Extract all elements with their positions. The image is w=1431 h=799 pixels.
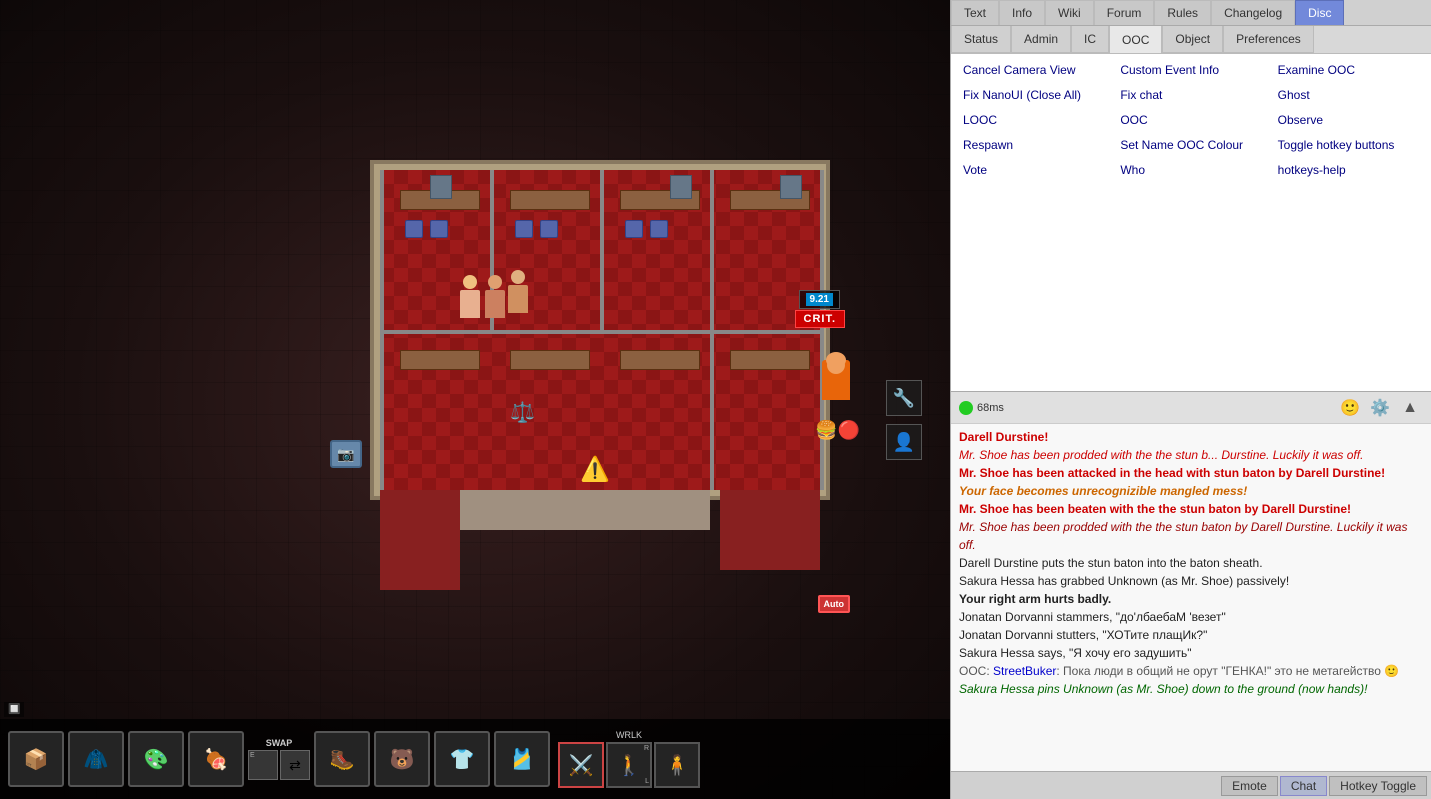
- chat-msg-12: OOC: StreetBuker: Пока люди в общий не о…: [959, 662, 1423, 680]
- menu-custom-event[interactable]: Custom Event Info: [1112, 58, 1269, 83]
- sidebar-icon-1[interactable]: 🔧: [886, 380, 922, 416]
- menu-looc[interactable]: LOOC: [955, 108, 1112, 133]
- emote-button[interactable]: Emote: [1221, 776, 1278, 796]
- status-tab-admin[interactable]: Admin: [1011, 26, 1071, 53]
- chat-msg-9: Jonatan Dorvanni stammers, "до'лбаебаМ '…: [959, 608, 1423, 626]
- wrlk-label: WRLK: [616, 730, 642, 740]
- menu-cancel-camera[interactable]: Cancel Camera View: [955, 58, 1112, 83]
- item-burger: 🍔🔴: [815, 420, 860, 441]
- status-tab-ic[interactable]: IC: [1071, 26, 1109, 53]
- swap-btn-arrow[interactable]: ⇄: [280, 750, 310, 780]
- menu-grid: Cancel Camera View Custom Event Info Exa…: [955, 58, 1427, 183]
- chat-msg-0: Darell Durstine!: [959, 428, 1423, 446]
- chat-msg-11: Sakura Hessa says, "Я хочу его задушить": [959, 644, 1423, 662]
- menu-set-name[interactable]: Set Name OOC Colour: [1112, 133, 1269, 158]
- settings-button[interactable]: ⚙️: [1367, 395, 1393, 421]
- chat-msg-3: Your face becomes unrecognizible mangled…: [959, 482, 1423, 500]
- menu-who[interactable]: Who: [1112, 158, 1269, 183]
- menu-toggle-hotkey[interactable]: Toggle hotkey buttons: [1270, 133, 1427, 158]
- wrlk-btn[interactable]: 🚶 R L: [606, 742, 652, 788]
- chat-msg-13: Sakura Hessa pins Unknown (as Mr. Shoe) …: [959, 680, 1423, 698]
- game-map: 📷 ⚖️ ⚠️: [330, 150, 850, 570]
- human-btn[interactable]: 🧍: [654, 742, 700, 788]
- combat-btn[interactable]: ⚔️: [558, 742, 604, 788]
- bottom-left-info: 🔲: [4, 702, 24, 717]
- tab-wiki[interactable]: Wiki: [1045, 0, 1094, 25]
- top-tabs: Text Info Wiki Forum Rules Changelog Dis…: [951, 0, 1431, 26]
- menu-examine-ooc[interactable]: Examine OOC: [1270, 58, 1427, 83]
- toolbar-slot-0[interactable]: 📦: [8, 731, 64, 787]
- health-hud: 9.21: [799, 290, 840, 309]
- bottom-bar: Emote Chat Hotkey Toggle: [951, 771, 1431, 799]
- chat-msg-5: Mr. Shoe has been prodded with the the s…: [959, 518, 1423, 554]
- chat-button[interactable]: Chat: [1280, 776, 1327, 796]
- ping-indicator: 68ms: [959, 401, 1004, 415]
- crit-indicator: CRIT.: [795, 310, 846, 328]
- tab-text[interactable]: Text: [951, 0, 999, 25]
- menu-ghost[interactable]: Ghost: [1270, 83, 1427, 108]
- chat-msg-10: Jonatan Dorvanni stutters, "ХОТите плащИ…: [959, 626, 1423, 644]
- chat-messages[interactable]: Darell Durstine! Mr. Shoe has been prodd…: [951, 424, 1431, 771]
- character-orange: [822, 360, 850, 400]
- status-tab-ooc[interactable]: OOC: [1109, 26, 1162, 53]
- bottom-toolbar: 📦 🧥 🎨 🍖 SWAP E ⇄ 🥾 🐻 👕: [0, 719, 950, 799]
- chat-msg-1: Mr. Shoe has been prodded with the the s…: [959, 446, 1423, 464]
- ping-dot: [959, 401, 973, 415]
- chat-msg-4: Mr. Shoe has been beaten with the the st…: [959, 500, 1423, 518]
- swap-btn-e[interactable]: E: [248, 750, 278, 780]
- menu-vote[interactable]: Vote: [955, 158, 1112, 183]
- tab-changelog[interactable]: Changelog: [1211, 0, 1295, 25]
- menu-fix-chat[interactable]: Fix chat: [1112, 83, 1269, 108]
- scroll-to-bottom-button[interactable]: ▲: [1397, 395, 1423, 421]
- swap-label: SWAP: [266, 738, 293, 748]
- ping-value: 68ms: [977, 402, 1004, 414]
- menu-ooc[interactable]: OOC: [1112, 108, 1269, 133]
- menu-respawn[interactable]: Respawn: [955, 133, 1112, 158]
- chat-msg-6: Darell Durstine puts the stun baton into…: [959, 554, 1423, 572]
- chat-container: 68ms 🙂 ⚙️ ▲ Darell Durstine! Mr. Shoe ha…: [951, 391, 1431, 771]
- tab-forum[interactable]: Forum: [1094, 0, 1155, 25]
- right-panel: Text Info Wiki Forum Rules Changelog Dis…: [950, 0, 1431, 799]
- toolbar-slot-7[interactable]: 🎽: [494, 731, 550, 787]
- chat-msg-7: Sakura Hessa has grabbed Unknown (as Mr.…: [959, 572, 1423, 590]
- ooc-username[interactable]: StreetBuker: [993, 664, 1056, 678]
- chat-header: 68ms 🙂 ⚙️ ▲: [951, 392, 1431, 424]
- toolbar-slot-4[interactable]: 🥾: [314, 731, 370, 787]
- status-tab-object[interactable]: Object: [1162, 26, 1223, 53]
- tab-rules[interactable]: Rules: [1154, 0, 1211, 25]
- status-bar: Status Admin IC OOC Object Preferences: [951, 26, 1431, 54]
- status-tab-status[interactable]: Status: [951, 26, 1011, 53]
- chat-msg-2: Mr. Shoe has been attacked in the head w…: [959, 464, 1423, 482]
- content-area: Cancel Camera View Custom Event Info Exa…: [951, 54, 1431, 391]
- toolbar-slot-2[interactable]: 🎨: [128, 731, 184, 787]
- hotkey-toggle-button[interactable]: Hotkey Toggle: [1329, 776, 1427, 796]
- auto-button[interactable]: Auto: [818, 595, 851, 613]
- sidebar-icon-2[interactable]: 👤: [886, 424, 922, 460]
- toolbar-slot-5[interactable]: 🐻: [374, 731, 430, 787]
- menu-fix-nanoui[interactable]: Fix NanoUI (Close All): [955, 83, 1112, 108]
- toolbar-slot-6[interactable]: 👕: [434, 731, 490, 787]
- game-panel[interactable]: 📷 ⚖️ ⚠️ 9.21 CRIT. 🍔🔴 Auto 🔧 👤 📦: [0, 0, 950, 799]
- toolbar-slot-1[interactable]: 🧥: [68, 731, 124, 787]
- status-tab-preferences[interactable]: Preferences: [1223, 26, 1314, 53]
- tab-disc[interactable]: Disc: [1295, 0, 1344, 25]
- emoji-button[interactable]: 🙂: [1337, 395, 1363, 421]
- toolbar-slot-3[interactable]: 🍖: [188, 731, 244, 787]
- chat-msg-8: Your right arm hurts badly.: [959, 590, 1423, 608]
- menu-hotkeys-help[interactable]: hotkeys-help: [1270, 158, 1427, 183]
- menu-observe[interactable]: Observe: [1270, 108, 1427, 133]
- tab-info[interactable]: Info: [999, 0, 1045, 25]
